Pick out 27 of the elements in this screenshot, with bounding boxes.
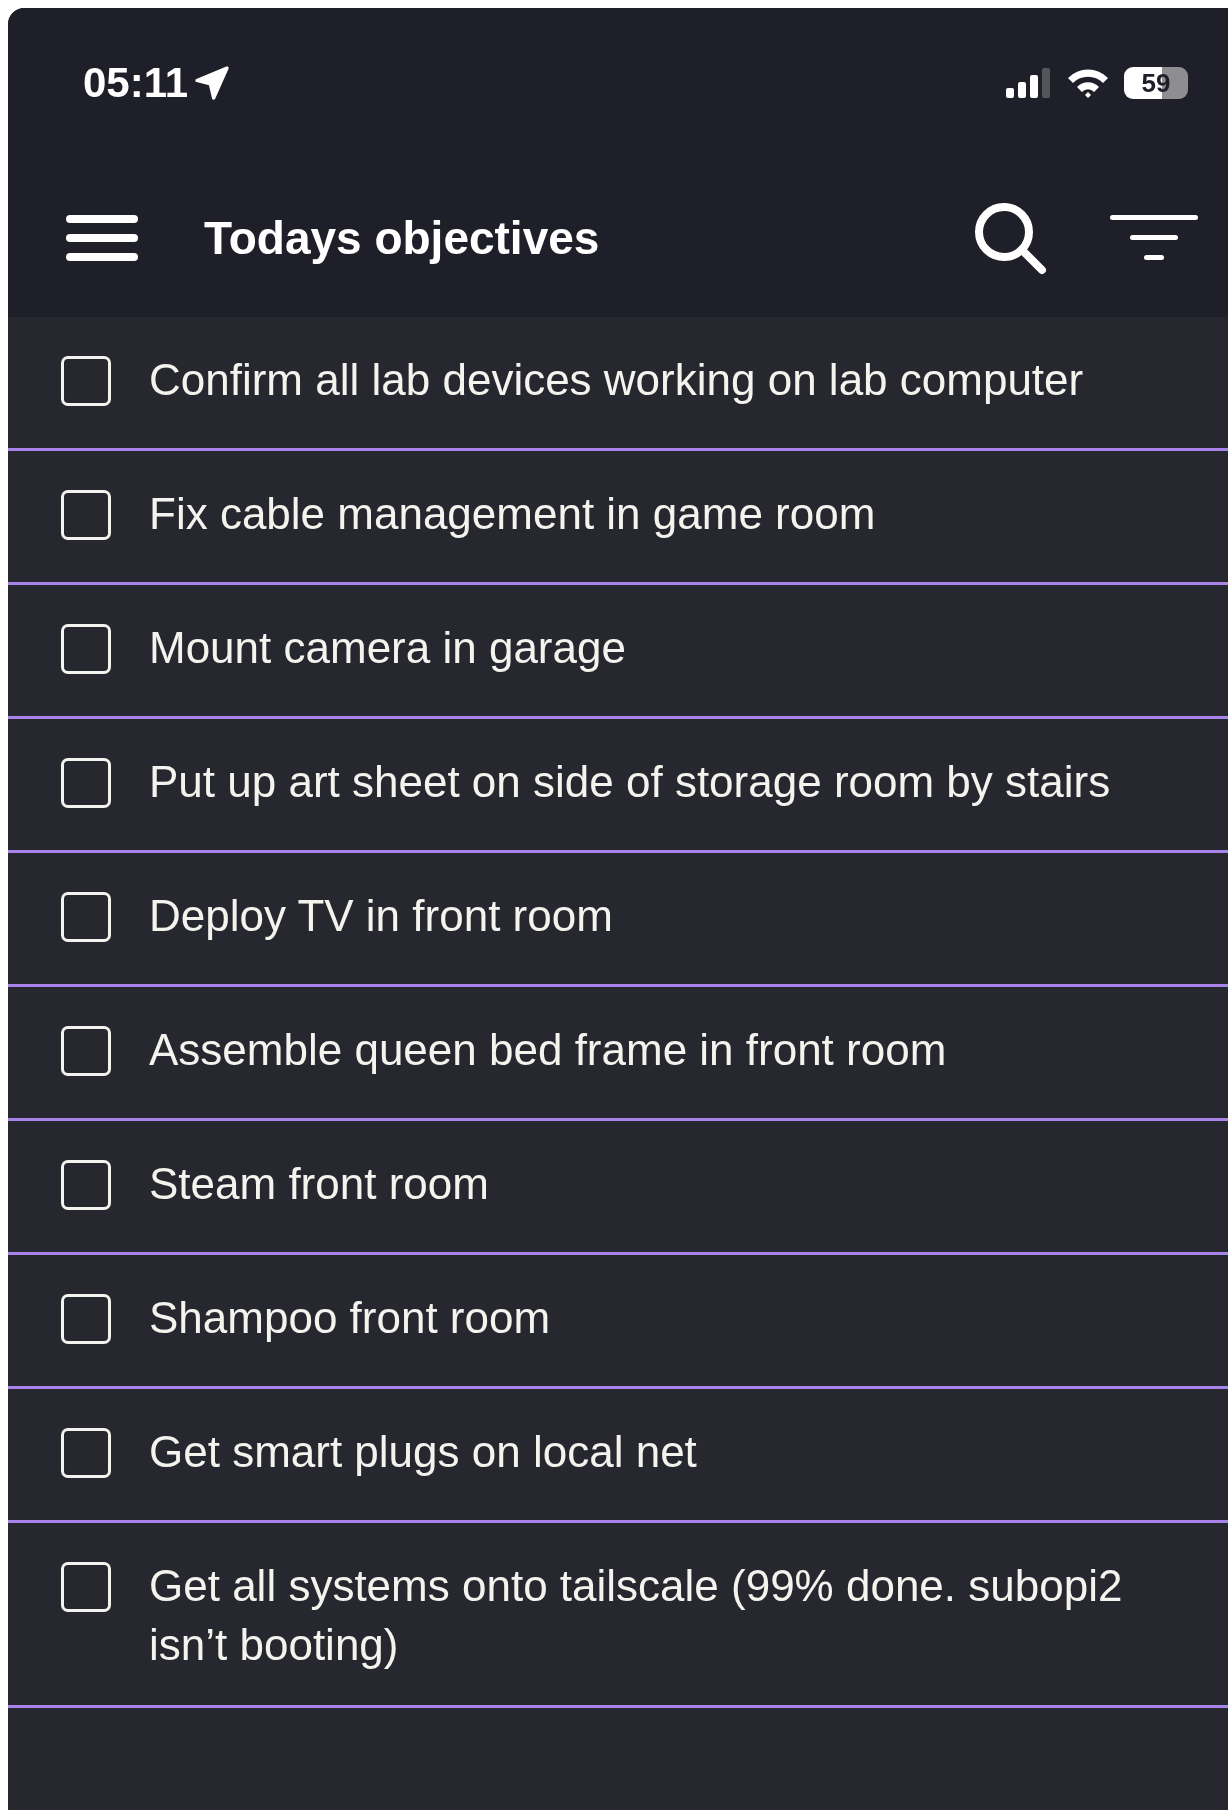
page-title: Todays objectives xyxy=(204,210,601,265)
status-time: 05:11 xyxy=(83,59,189,107)
task-text: Shampoo front room xyxy=(149,1292,551,1344)
task-text: Mount camera in garage xyxy=(149,622,626,674)
checkbox[interactable] xyxy=(61,490,111,540)
task-text: Get smart plugs on local net xyxy=(149,1426,697,1478)
checkbox[interactable] xyxy=(61,1026,111,1076)
task-text: Steam front room xyxy=(149,1158,489,1210)
menu-icon[interactable] xyxy=(66,212,138,263)
task-text: Confirm all lab devices working on lab computer xyxy=(149,354,1084,406)
checkbox[interactable] xyxy=(61,1428,111,1478)
checkbox[interactable] xyxy=(61,1160,111,1210)
checkbox[interactable] xyxy=(61,624,111,674)
signal-icon xyxy=(1006,68,1052,98)
battery-percentage: 59 xyxy=(1141,67,1171,99)
wifi-icon xyxy=(1066,67,1110,99)
task-text: Get all systems onto tailscale (99% done. subopi2 isn’t booting) xyxy=(149,1560,1124,1671)
task-text: Assemble queen bed frame in front room xyxy=(149,1024,947,1076)
checkbox[interactable] xyxy=(61,1294,111,1344)
checkbox[interactable] xyxy=(61,892,111,942)
checkbox[interactable] xyxy=(61,758,111,808)
task-text: Fix cable management in game room xyxy=(149,488,876,540)
checkbox[interactable] xyxy=(61,356,111,406)
task-text: Put up art sheet on side of storage room by stairs xyxy=(149,756,1111,808)
task-text: Deploy TV in front room xyxy=(149,890,613,942)
checkbox[interactable] xyxy=(61,1562,111,1612)
filter-icon[interactable] xyxy=(1110,214,1198,261)
